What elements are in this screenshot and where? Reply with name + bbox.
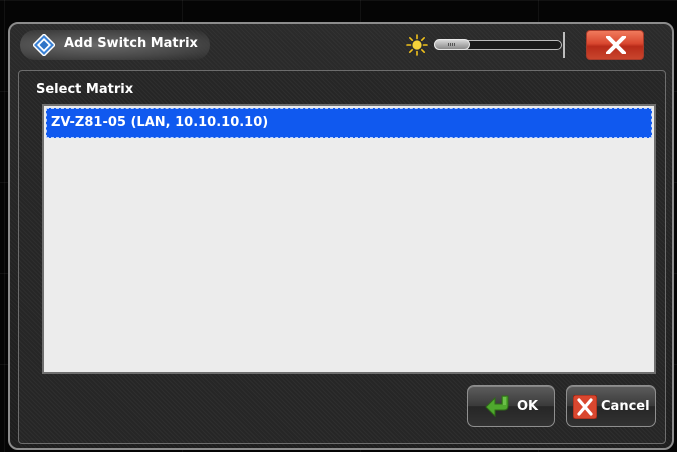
close-icon: [606, 36, 626, 54]
ok-button[interactable]: OK: [467, 385, 555, 427]
cancel-button-label: Cancel: [601, 399, 650, 414]
sun-icon: [406, 34, 428, 56]
rohde-schwarz-logo-icon: [33, 34, 55, 56]
red-x-icon: [573, 395, 597, 419]
titlebar-separator: [563, 32, 565, 58]
dialog-title: Add Switch Matrix: [64, 36, 198, 51]
section-label: Select Matrix: [36, 82, 134, 97]
cancel-button[interactable]: Cancel: [566, 385, 656, 427]
ok-button-label: OK: [517, 399, 539, 414]
list-item[interactable]: ZV-Z81-05 (LAN, 10.10.10.10): [46, 108, 652, 138]
slider-thumb[interactable]: [434, 39, 470, 50]
close-button[interactable]: [586, 30, 644, 60]
brightness-slider[interactable]: [434, 39, 562, 50]
add-switch-matrix-dialog: Add Switch Matrix Select Matrix ZV-Z81-0…: [8, 22, 674, 450]
matrix-listbox[interactable]: ZV-Z81-05 (LAN, 10.10.10.10): [42, 104, 656, 374]
dialog-titlebar[interactable]: Add Switch Matrix: [10, 24, 672, 68]
green-arrow-icon: [485, 395, 509, 418]
